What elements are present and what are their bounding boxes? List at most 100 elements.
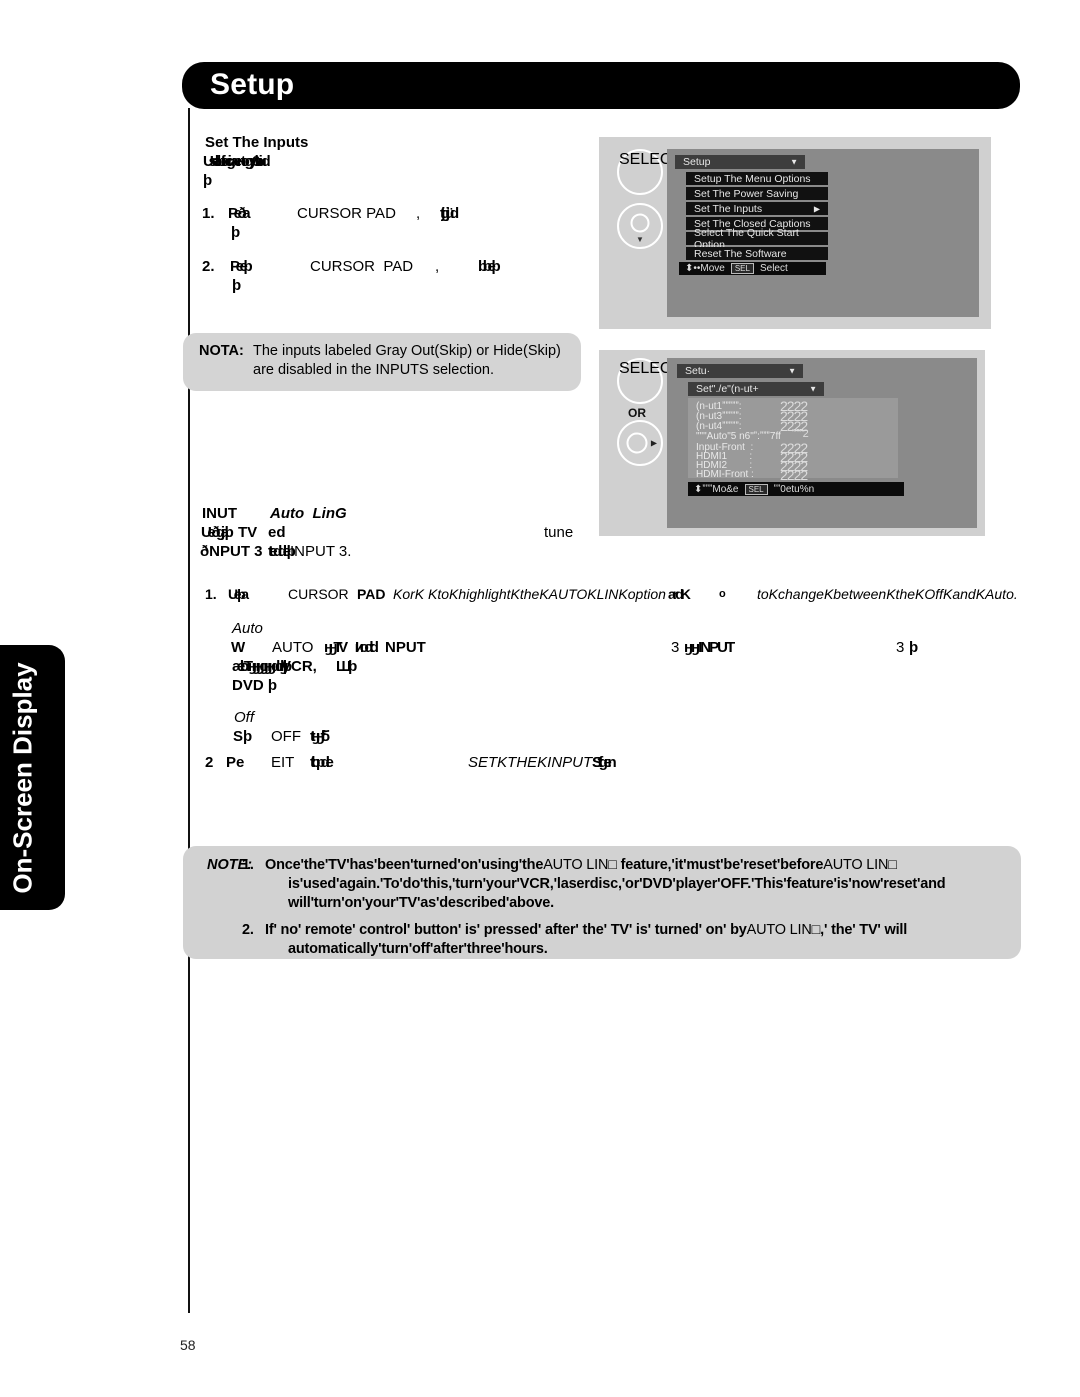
step-2-control: CURSOR PAD: [310, 258, 414, 275]
chevron-down-icon: ▼: [788, 366, 796, 376]
autolink-step-2-number: 2: [205, 754, 214, 771]
osd-menu-item-reset-the-software[interactable]: Reset The Software: [686, 247, 828, 260]
note-item-2-line-2: automatically'turn'off'after'three'hours…: [288, 941, 548, 957]
auto-line-c: ӈӈТV: [324, 639, 348, 656]
note-item-2-number: 2.: [242, 922, 254, 938]
osd-menu-item-label: Set The Inputs: [694, 202, 763, 215]
autolink-sub-line2-b: ttеddеþ: [268, 543, 296, 560]
osd-submenu-title-text: Set"./e"(n-ut+: [696, 383, 759, 395]
step-1-lead: Peða: [228, 205, 251, 222]
osd-menu-title-text: Setup: [683, 156, 711, 168]
auto-line-a: W: [231, 639, 246, 656]
auto-line-d: Iиоdtd: [355, 639, 379, 656]
page-number: 58: [180, 1337, 196, 1353]
chevron-down-icon: ▼: [636, 235, 644, 244]
nota-line-1: The inputs labeled Gray Out(Skip) or Hid…: [253, 343, 561, 359]
autolink-step-2-italic: SETKTHEKINPUTS: [468, 754, 603, 771]
osd-menu-item-select-the-quick-start-option[interactable]: Select The Quick Start Option: [686, 227, 828, 251]
step-1-comma: ,: [416, 205, 421, 222]
osd-screen-top: Setup ▼ Setup The Menu Options Set The P…: [667, 149, 979, 317]
autolink-step-1-mid-glyph: ᴏ: [719, 588, 726, 600]
osd-menu-item-set-the-power-saving[interactable]: Set The Power Saving: [686, 187, 828, 200]
osd-menu-title-text: Setu·: [685, 365, 711, 377]
autolink-auto-label: Auto: [232, 620, 263, 637]
note-item-2-line-1: 2. If' no' remote' control' button' is' …: [242, 922, 908, 938]
autolink-step-2-overlap-b: Ѕtfgеn: [592, 754, 617, 771]
note-item-2-text-b: ,' the' TV' will: [820, 922, 908, 938]
auto-line-b: AUTO: [272, 639, 314, 656]
auto-line-i: þ: [909, 639, 919, 656]
osd-illustration-bottom: SELECT OR ▶ Setu· ▼ Set"./e"(n-ut+ ▼ (n-…: [599, 350, 985, 536]
cursor-pad-down-top[interactable]: ▼: [617, 203, 663, 249]
osd-menu-item-label: Reset The Software: [694, 247, 787, 260]
autolink-heading-name: Auto LinG: [270, 505, 347, 522]
osd-menu-title-bottom[interactable]: Setu· ▼: [677, 364, 803, 378]
auto-line3: DVD þ: [232, 677, 277, 694]
input-row-label: HDMI-Front :: [696, 469, 754, 480]
autolink-sub-line1-a: Uеðgjаþ: [201, 524, 234, 541]
step-1-control: CURSOR PAD: [297, 205, 396, 222]
autolink-step-1-control: CURSOR: [288, 586, 349, 602]
note-item-1-autolink-term-2: AUTO LIN□: [823, 857, 897, 873]
osd-menu-item-label: Setup The Menu Options: [694, 172, 811, 185]
osd-menu-title-top[interactable]: Setup ▼: [675, 155, 805, 169]
note-item-1-autolink-term-1: AUTO LIN□: [543, 857, 617, 873]
osd-footer-hints-top: ⬍••Move SEL Select: [679, 262, 826, 275]
auto-line-f: 3: [671, 639, 680, 656]
chevron-right-icon: ▶: [650, 438, 657, 448]
set-the-inputs-heading: Set The Inputs: [205, 134, 309, 151]
autolink-sub-line1-b: TV: [238, 524, 258, 541]
autolink-step-1-number: 1.: [205, 586, 217, 602]
osd-submenu-title-set-the-inputs[interactable]: Set"./e"(n-ut+ ▼: [688, 382, 824, 396]
step-2-continuation: þ: [232, 277, 242, 294]
or-label: OR: [628, 406, 646, 420]
osd-footer-select-label: Select: [759, 263, 788, 274]
note-item-1-line-3: will'turn'on'your'TV'as'described'above.: [288, 895, 554, 911]
osd-menu-item-setup-the-menu-options[interactable]: Setup The Menu Options: [686, 172, 828, 185]
auto-line2-c: Шþ: [336, 658, 357, 675]
note-item-2-text-a: If' no' remote' control' button' is' pre…: [265, 922, 747, 938]
autolink-step-2-key: EIT: [271, 754, 295, 771]
select-button-top[interactable]: SELECT: [617, 149, 681, 195]
auto-line2-a: ӕtbTӈӈӈgӈӈddӈþ: [232, 658, 292, 675]
off-line-b: OFF: [271, 728, 301, 745]
autolink-sub-line1-right: tune: [544, 524, 574, 541]
osd-menu-item-set-the-inputs[interactable]: Set The Inputs ▶: [686, 202, 828, 215]
autolink-step-1-italic-2: toKchangeKbetweenKtheKOffKandKAuto.: [757, 586, 1018, 602]
note-item-1-line-2: is'used'again.'To'do'this,'turn'your'VCR…: [288, 876, 946, 892]
auto-line-h: 3: [896, 639, 905, 656]
osd-footer-sel-key: SEL: [730, 263, 754, 274]
input-row-value: ˮˮˮˮ2: [792, 428, 809, 440]
step-1-continuation: þ: [231, 224, 241, 241]
step-2-lead: Peеþ: [230, 258, 253, 275]
nota-callout: NOTA: The inputs labeled Gray Out(Skip) …: [183, 333, 581, 391]
osd-footer-sel-key: SEL: [744, 483, 768, 495]
input-row-value: 2222: [780, 467, 808, 483]
note-item-1-text-a: Once'the'TV'has'been'turned'on'using'the: [265, 857, 544, 873]
autolink-heading-prefix: INUT: [202, 505, 237, 522]
manual-page: On-Screen Display Setup Set The Inputs U…: [0, 0, 1080, 1397]
input-row-label: """Auto"5 n6"ˮ:ˮˮˮ7ff: [696, 431, 781, 442]
nota-label: NOTA:: [199, 343, 244, 359]
chevron-down-icon: ▼: [790, 157, 798, 167]
autolink-sub-line2-a: ðNPUT 3: [200, 543, 263, 560]
osd-screen-bottom: Setu· ▼ Set"./e"(n-ut+ ▼ (n-ut1ˮˮˮˮˮ: 22…: [667, 358, 977, 528]
autolink-sub-line2-c: INPUT 3.: [290, 543, 352, 560]
step-1-number: 1.: [202, 205, 215, 222]
osd-illustration-top: SELECT ▼ Setup ▼ Setup The Menu Options …: [599, 137, 991, 329]
set-the-inputs-intro-line2: þ: [203, 172, 213, 189]
cursor-pad-right-bottom[interactable]: ▶: [617, 420, 663, 466]
autolink-step-2-lead: Pе: [226, 754, 245, 771]
step-2-number: 2.: [202, 258, 215, 275]
auto-line2-b: VCR,: [281, 658, 317, 675]
cursor-pad-center-icon: [630, 213, 650, 233]
chevron-down-icon: ▼: [809, 384, 817, 394]
content-vertical-rule: [188, 108, 190, 1313]
set-the-inputs-intro-line1: Uselabtfocigaentogy6tbiud: [203, 153, 271, 170]
osd-footer-select-label: ˮˮ0etu%n: [773, 483, 815, 495]
autolink-step-1-lead: Uеþa: [228, 586, 249, 602]
section-tab-on-screen-display: On-Screen Display: [0, 645, 65, 910]
note-item-1-line-1: 1. Once'the'TV'has'been'turned'on'using'…: [242, 857, 897, 873]
select-button-bottom[interactable]: SELECT: [617, 358, 681, 404]
osd-footer-hints-bottom: ⬍ˮˮˮMo&e SEL ˮˮ0etu%n: [688, 482, 904, 496]
